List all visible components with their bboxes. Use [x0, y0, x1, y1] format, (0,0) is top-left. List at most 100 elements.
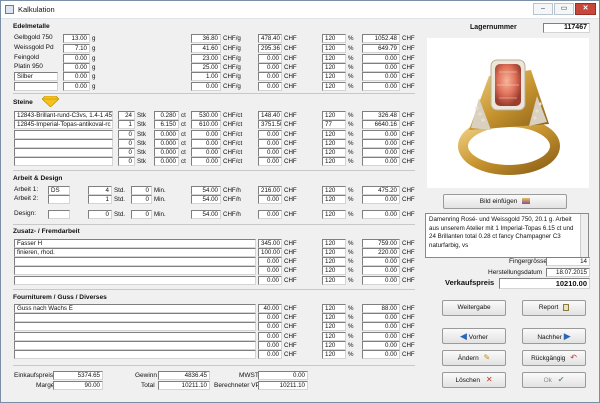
extra-work-amount-field[interactable]: 0.00: [258, 266, 282, 275]
metal-margin-field[interactable]: 120: [322, 72, 346, 81]
stone-carat-field[interactable]: 6.150: [154, 120, 179, 129]
extra-work-name-field[interactable]: [14, 276, 256, 285]
vorher-button[interactable]: ◀ Vorher: [442, 328, 506, 344]
metal-price-field[interactable]: 36.80: [191, 34, 221, 43]
metal-name[interactable]: Silber: [14, 72, 58, 81]
stone-carat-field[interactable]: 0.000: [154, 148, 179, 157]
supply-amount-field[interactable]: 40.00: [258, 304, 282, 313]
stone-margin-field[interactable]: 120: [322, 157, 346, 166]
work-hours-field[interactable]: 1: [88, 195, 112, 204]
metal-weight-field[interactable]: 0.00: [63, 63, 90, 72]
report-button[interactable]: Report: [522, 300, 586, 316]
work-margin-field[interactable]: 120: [322, 210, 346, 219]
insert-image-button[interactable]: Bild einfügen: [443, 194, 567, 209]
metal-margin-field[interactable]: 120: [322, 63, 346, 72]
stone-price-field[interactable]: 0.00: [191, 130, 221, 139]
worker-field[interactable]: DS: [48, 186, 70, 195]
metal-name[interactable]: [14, 82, 58, 91]
supply-name-field[interactable]: [14, 332, 256, 341]
stone-margin-field[interactable]: 120: [322, 139, 346, 148]
worker-field[interactable]: [48, 195, 70, 204]
stone-name-field[interactable]: 12845-Imperial-Topas-antikoval-rc: [14, 120, 113, 129]
supply-margin-field[interactable]: 120: [322, 332, 346, 341]
supply-margin-field[interactable]: 120: [322, 322, 346, 331]
stone-qty-field[interactable]: 1: [118, 120, 135, 129]
extra-work-amount-field[interactable]: 100.00: [258, 248, 282, 257]
description-field[interactable]: Damenring Rosé- und Weissgold 750, 20.1 …: [425, 213, 589, 258]
work-margin-field[interactable]: 120: [322, 195, 346, 204]
work-rate-field[interactable]: 54.00: [191, 195, 221, 204]
supply-amount-field[interactable]: 0.00: [258, 350, 282, 359]
herstellungsdatum-field[interactable]: 18.07.2015: [546, 268, 590, 277]
metal-margin-field[interactable]: 120: [322, 82, 346, 91]
stone-carat-field[interactable]: 0.000: [154, 130, 179, 139]
close-button[interactable]: ✕: [575, 3, 596, 15]
extra-work-margin-field[interactable]: 120: [322, 257, 346, 266]
metal-price-field[interactable]: 23.00: [191, 54, 221, 63]
supply-amount-field[interactable]: 0.00: [258, 313, 282, 322]
stone-price-field[interactable]: 610.00: [191, 120, 221, 129]
stone-carat-field[interactable]: 0.000: [154, 157, 179, 166]
extra-work-name-field[interactable]: Fasser H: [14, 239, 256, 248]
stone-carat-field[interactable]: 0.000: [154, 139, 179, 148]
extra-work-name-field[interactable]: finieren, rhod.: [14, 248, 256, 257]
supply-name-field[interactable]: [14, 322, 256, 331]
maximize-button[interactable]: ▭: [554, 3, 574, 15]
supply-amount-field[interactable]: 0.00: [258, 341, 282, 350]
metal-price-field[interactable]: 25.00: [191, 63, 221, 72]
metal-weight-field[interactable]: 0.00: [63, 82, 90, 91]
extra-work-margin-field[interactable]: 120: [322, 276, 346, 285]
stone-name-field[interactable]: [14, 139, 113, 148]
aendern-button[interactable]: Ändern ✎: [442, 350, 506, 366]
extra-work-margin-field[interactable]: 120: [322, 248, 346, 257]
supply-margin-field[interactable]: 120: [322, 304, 346, 313]
metal-price-field[interactable]: 41.60: [191, 44, 221, 53]
stone-price-field[interactable]: 530.00: [191, 111, 221, 120]
description-scrollbar[interactable]: [580, 214, 588, 257]
stone-qty-field[interactable]: 24: [118, 111, 135, 120]
extra-work-name-field[interactable]: [14, 266, 256, 275]
stone-carat-field[interactable]: 0.280: [154, 111, 179, 120]
metal-margin-field[interactable]: 120: [322, 54, 346, 63]
supply-margin-field[interactable]: 120: [322, 341, 346, 350]
work-hours-field[interactable]: 0: [88, 210, 112, 219]
work-hours-field[interactable]: 4: [88, 186, 112, 195]
supply-margin-field[interactable]: 120: [322, 313, 346, 322]
extra-work-amount-field[interactable]: 345.00: [258, 239, 282, 248]
metal-margin-field[interactable]: 120: [322, 34, 346, 43]
weitergabe-button[interactable]: Weitergabe: [442, 300, 506, 316]
stone-name-field[interactable]: 12843-Brillant-rund-C3vs, 1.4-1.45: [14, 111, 113, 120]
supply-amount-field[interactable]: 0.00: [258, 322, 282, 331]
worker-field[interactable]: [48, 210, 70, 219]
minimize-button[interactable]: –: [533, 3, 553, 15]
verkaufspreis-field[interactable]: 10210.00: [499, 278, 590, 289]
stone-name-field[interactable]: [14, 130, 113, 139]
metal-weight-field[interactable]: 0.00: [63, 72, 90, 81]
metal-price-field[interactable]: 0.00: [191, 82, 221, 91]
stone-qty-field[interactable]: 0: [118, 130, 135, 139]
rueckgaengig-button[interactable]: Rückgängig ↶: [522, 350, 586, 366]
metal-weight-field[interactable]: 0.00: [63, 54, 90, 63]
supply-name-field[interactable]: Guss nach Wachs E: [14, 304, 256, 313]
supply-name-field[interactable]: [14, 350, 256, 359]
stone-name-field[interactable]: [14, 157, 113, 166]
work-rate-field[interactable]: 54.00: [191, 186, 221, 195]
nachher-button[interactable]: Nachher ▶: [522, 328, 586, 344]
metal-price-field[interactable]: 1.00: [191, 72, 221, 81]
work-minutes-field[interactable]: 0: [131, 186, 152, 195]
stone-margin-field[interactable]: 77: [322, 120, 346, 129]
supply-amount-field[interactable]: 0.00: [258, 332, 282, 341]
marge-field[interactable]: 90.00: [53, 381, 103, 390]
work-rate-field[interactable]: 54.00: [191, 210, 221, 219]
extra-work-amount-field[interactable]: 0.00: [258, 276, 282, 285]
stone-qty-field[interactable]: 0: [118, 139, 135, 148]
extra-work-name-field[interactable]: [14, 257, 256, 266]
lagernummer-field[interactable]: 117467: [543, 23, 590, 33]
stone-price-field[interactable]: 0.00: [191, 148, 221, 157]
stone-margin-field[interactable]: 120: [322, 111, 346, 120]
stone-qty-field[interactable]: 0: [118, 157, 135, 166]
stone-qty-field[interactable]: 0: [118, 148, 135, 157]
supply-margin-field[interactable]: 120: [322, 350, 346, 359]
extra-work-amount-field[interactable]: 0.00: [258, 257, 282, 266]
work-margin-field[interactable]: 120: [322, 186, 346, 195]
